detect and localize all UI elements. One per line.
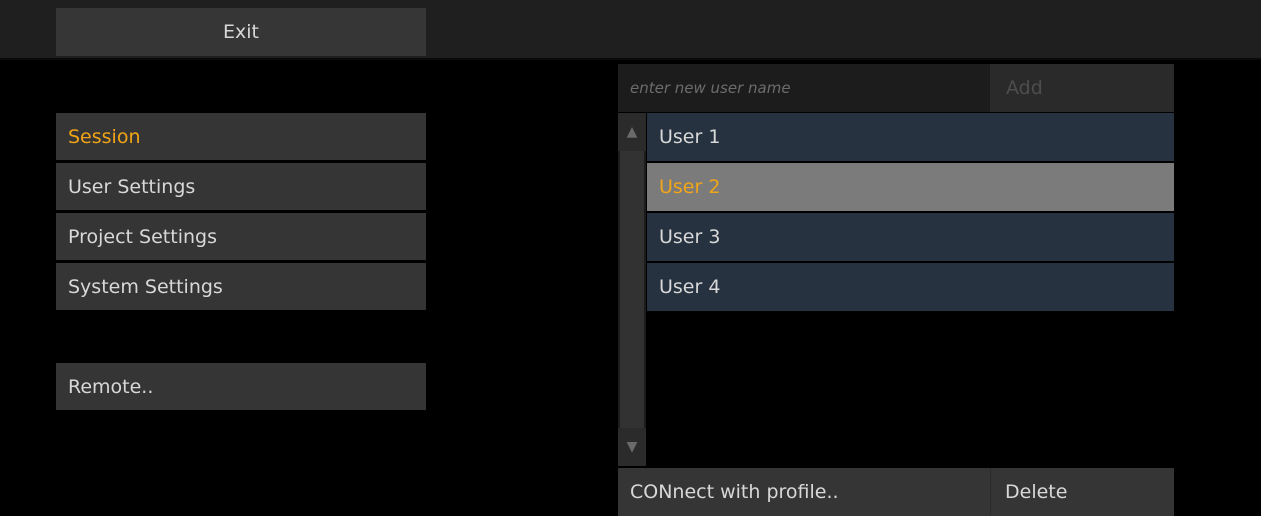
scroll-up-button[interactable]: ▲: [618, 113, 646, 151]
menu-item-session[interactable]: Session: [56, 113, 426, 160]
delete-user-button[interactable]: Delete: [990, 468, 1174, 516]
connect-with-profile-button[interactable]: CONnect with profile..: [618, 468, 990, 516]
triangle-up-icon: ▲: [626, 124, 638, 140]
scroll-track[interactable]: [618, 151, 646, 428]
user-list-item[interactable]: User 4: [647, 263, 1174, 311]
exit-button[interactable]: Exit: [56, 8, 426, 56]
scroll-down-button[interactable]: ▼: [618, 428, 646, 466]
triangle-down-icon: ▼: [626, 439, 638, 455]
add-user-button[interactable]: Add: [990, 64, 1174, 112]
menu-item-user-settings[interactable]: User Settings: [56, 163, 426, 210]
user-list-scrollbar[interactable]: ▲ ▼: [618, 113, 646, 466]
menu-item-project-settings[interactable]: Project Settings: [56, 213, 426, 260]
remote-button[interactable]: Remote..: [56, 363, 426, 410]
user-list-item[interactable]: User 3: [647, 213, 1174, 261]
top-bar: Exit: [0, 0, 1261, 60]
menu-item-system-settings[interactable]: System Settings: [56, 263, 426, 310]
user-list-item-selected[interactable]: User 2: [647, 163, 1174, 211]
user-list-item[interactable]: User 1: [647, 113, 1174, 161]
scroll-thumb[interactable]: [620, 151, 644, 428]
new-user-name-input[interactable]: [618, 64, 990, 112]
